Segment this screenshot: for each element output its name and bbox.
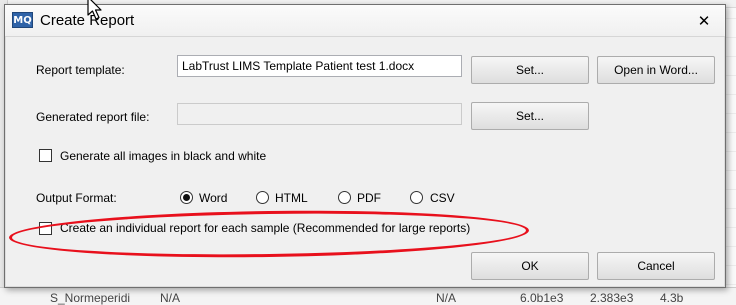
bg-cell-value: 6.0b1e3 — [520, 291, 564, 305]
bw-images-checkbox[interactable] — [39, 149, 52, 162]
generated-file-label: Generated report file: — [36, 110, 150, 124]
dialog-titlebar[interactable]: MQ Create Report ✕ — [5, 5, 725, 37]
annotation-ellipse — [8, 207, 530, 261]
app-logo-icon: MQ — [12, 12, 33, 28]
format-html-label[interactable]: HTML — [275, 191, 308, 205]
format-pdf-radio[interactable] — [338, 191, 351, 204]
format-html-radio[interactable] — [256, 191, 269, 204]
bg-cell-value: 2.383e3 — [590, 291, 634, 305]
format-word-label[interactable]: Word — [199, 191, 227, 205]
create-report-dialog: MQ Create Report ✕ Report template: LabT… — [4, 4, 726, 288]
bg-cell-value: N/A — [160, 291, 181, 305]
report-template-field[interactable]: LabTrust LIMS Template Patient test 1.do… — [177, 55, 462, 77]
format-word-radio[interactable] — [180, 191, 193, 204]
format-pdf-label[interactable]: PDF — [357, 191, 381, 205]
mouse-cursor-icon — [87, 0, 102, 20]
background-table-row: S_Normeperidi N/A N/A 6.0b1e3 2.383e3 4.… — [0, 287, 736, 305]
bg-cell-value: 4.3b — [660, 291, 684, 305]
bw-images-label[interactable]: Generate all images in black and white — [60, 149, 266, 163]
open-in-word-button[interactable]: Open in Word... — [597, 56, 715, 84]
close-icon[interactable]: ✕ — [695, 13, 713, 31]
generated-file-set-button[interactable]: Set... — [471, 102, 589, 130]
bg-cell-value: N/A — [436, 291, 457, 305]
format-csv-label[interactable]: CSV — [430, 191, 455, 205]
cancel-button[interactable]: Cancel — [597, 252, 715, 280]
generated-file-field[interactable] — [177, 103, 462, 125]
format-csv-radio[interactable] — [410, 191, 423, 204]
template-set-button[interactable]: Set... — [471, 56, 589, 84]
output-format-label: Output Format: — [36, 191, 117, 205]
report-template-label: Report template: — [36, 63, 125, 77]
bg-cell-name: S_Normeperidi — [50, 291, 131, 305]
ok-button[interactable]: OK — [471, 252, 589, 280]
